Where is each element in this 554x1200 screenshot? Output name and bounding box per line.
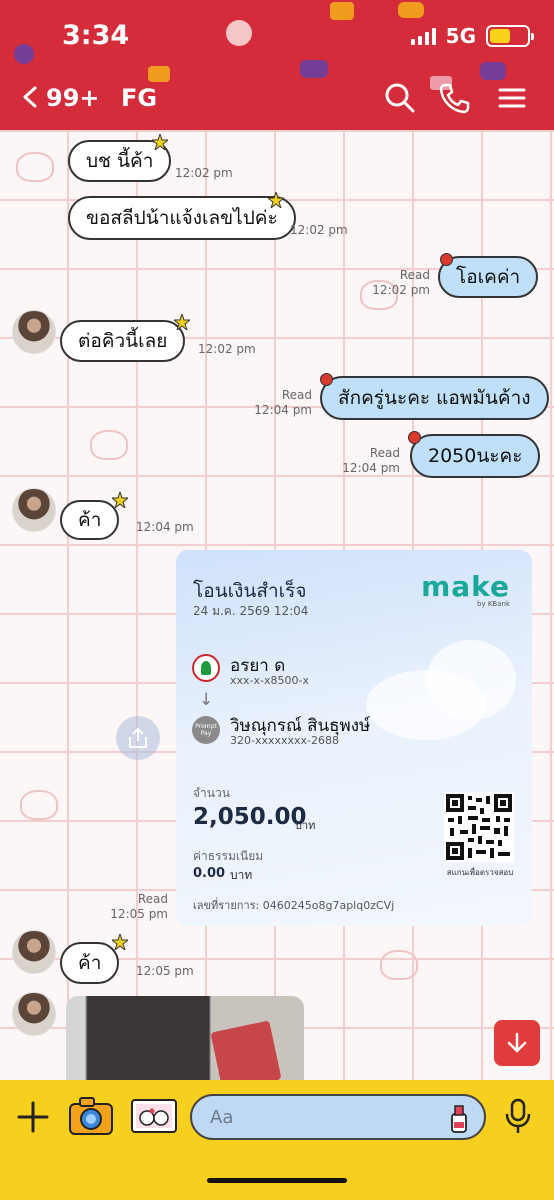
star-icon (112, 492, 128, 508)
read-receipt: Read (137, 892, 168, 906)
chat-header: 3:34 5G 99+ FG (0, 0, 554, 130)
transfer-slip-image[interactable]: โอนเงินสำเร็จ 24 ม.ค. 2569 12:04 make by… (176, 550, 532, 926)
message-time: 12:04 pm (136, 520, 194, 534)
chat-title[interactable]: FG (121, 84, 157, 112)
amount-label: จำนวน (193, 786, 230, 800)
message-time: 12:02 pm (372, 283, 430, 297)
read-receipt: Read (369, 446, 400, 460)
arrow-down-icon: ↓ (199, 690, 214, 710)
message-bubble-outgoing[interactable]: โอเคค่า (438, 256, 539, 298)
fee-value: 0.00 (193, 866, 226, 881)
message-time: 12:02 pm (198, 342, 256, 356)
apple-sticker-icon (320, 373, 333, 386)
apple-sticker-icon (440, 253, 453, 266)
sender-account: xxx-x-x8500-x (230, 674, 309, 687)
message-text: บช นี้ค้า (86, 150, 154, 172)
qr-code-icon (444, 792, 514, 862)
search-icon[interactable] (384, 82, 416, 114)
avatar[interactable] (12, 992, 56, 1036)
apple-sticker-icon (408, 431, 421, 444)
message-text: สักครู่นะคะ แอพมันค้าง (338, 387, 531, 409)
amount-value: 2,050.00 (193, 804, 307, 830)
avatar[interactable] (12, 488, 56, 532)
message-text: 2050นะคะ (428, 445, 523, 467)
status-time: 3:34 (62, 20, 130, 51)
message-bubble-outgoing[interactable]: 2050นะคะ (410, 434, 541, 478)
share-button[interactable] (116, 716, 160, 760)
qr-caption: สแกนเพื่อตรวจสอบ (446, 868, 514, 877)
star-icon (174, 314, 190, 330)
message-time: 12:02 pm (290, 223, 348, 237)
receiver-account: 320-xxxxxxxx-2688 (230, 734, 340, 747)
message-input[interactable] (210, 1096, 430, 1138)
message-bubble-incoming[interactable]: ค้า (60, 500, 120, 540)
camera-icon[interactable] (68, 1096, 114, 1136)
message-text: โอเคค่า (456, 266, 521, 288)
background-decor (16, 152, 54, 182)
message-time: 12:02 pm (175, 166, 233, 180)
message-time: 12:05 pm (110, 907, 168, 921)
scroll-to-bottom-button[interactable] (494, 1020, 540, 1066)
message-bubble-incoming[interactable]: ค้า (60, 942, 120, 984)
promptpay-logo-icon: Prompt Pay (192, 716, 220, 744)
amount-unit: บาท (295, 819, 316, 832)
unread-count[interactable]: 99+ (46, 84, 100, 112)
arrow-down-icon (507, 1032, 527, 1053)
slip-datetime: 24 ม.ค. 2569 12:04 (193, 604, 309, 618)
fee-label: ค่าธรรมเนียม (193, 849, 264, 863)
message-bubble-incoming[interactable]: ขอสลีปน้าแจ้งเลขไปค่ะ (68, 196, 296, 240)
message-text: ค้า (78, 952, 102, 974)
status-indicators: 5G (410, 24, 534, 48)
phone-icon[interactable] (438, 82, 470, 114)
read-receipt: Read (399, 268, 430, 282)
menu-icon[interactable] (496, 82, 528, 114)
message-time: 12:04 pm (254, 403, 312, 417)
fee-unit: บาท (230, 868, 253, 882)
message-time: 12:05 pm (136, 964, 194, 978)
back-icon[interactable] (20, 86, 42, 108)
kbank-logo-icon (192, 654, 220, 682)
background-decor (380, 950, 418, 980)
signal-icon (410, 27, 436, 45)
avatar[interactable] (12, 930, 56, 974)
decor-dot (14, 44, 34, 64)
avatar[interactable] (12, 310, 56, 354)
decor-dot (398, 2, 424, 18)
photo-message[interactable] (66, 996, 304, 1080)
nav-row: 99+ FG (0, 72, 554, 122)
decor-dot (226, 20, 252, 46)
message-text: ขอสลีปน้าแจ้งเลขไปค่ะ (86, 207, 278, 229)
message-bubble-outgoing[interactable]: สักครู่นะคะ แอพมันค้าง (320, 376, 549, 420)
share-icon (129, 727, 147, 748)
message-text: ค้า (78, 509, 102, 531)
make-logo-sub: by KBank (477, 600, 510, 608)
network-type: 5G (445, 24, 476, 48)
microphone-icon[interactable] (504, 1098, 532, 1136)
message-input-field[interactable] (190, 1094, 486, 1140)
cloud-decor (426, 640, 516, 720)
home-indicator (207, 1178, 347, 1183)
background-decor (20, 790, 58, 820)
decor-dot (330, 2, 354, 20)
message-bubble-incoming[interactable]: ต่อคิวนี้เลย (60, 320, 186, 362)
message-time: 12:04 pm (342, 461, 400, 475)
make-logo: make (421, 570, 510, 603)
battery-icon (486, 25, 534, 47)
background-decor (90, 430, 128, 460)
chat-area[interactable]: บช นี้ค้า 12:02 pm ขอสลีปน้าแจ้งเลขไปค่ะ… (0, 130, 554, 1080)
message-text: ต่อคิวนี้เลย (78, 330, 168, 352)
star-icon (112, 934, 128, 950)
plus-icon[interactable] (16, 1100, 50, 1134)
sticker-icon[interactable] (448, 1102, 470, 1134)
read-receipt: Read (281, 388, 312, 402)
star-icon (152, 134, 168, 150)
transaction-reference: เลขที่รายการ: 0460245o8g7aplq0zCVj (193, 899, 395, 912)
photo-album-icon[interactable] (130, 1098, 178, 1134)
star-icon (268, 192, 284, 208)
